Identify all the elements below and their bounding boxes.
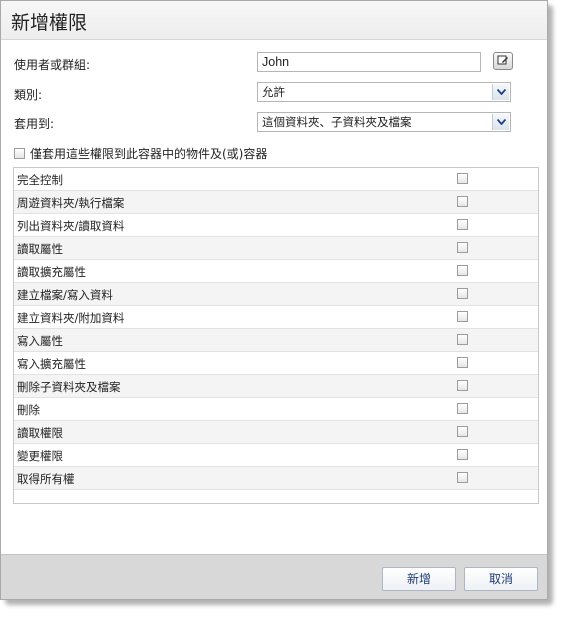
permission-checkbox[interactable] <box>457 265 468 276</box>
permission-label: 列出資料夾/讀取資料 <box>17 219 125 233</box>
permission-checkbox[interactable] <box>457 472 468 483</box>
permission-checkbox[interactable] <box>457 196 468 207</box>
dialog-footer: 新增 取消 <box>1 554 547 599</box>
permission-checkbox[interactable] <box>457 311 468 322</box>
permission-label: 變更權限 <box>17 449 63 463</box>
permission-row: 寫入屬性 <box>14 329 538 352</box>
permission-row: 寫入擴充屬性 <box>14 352 538 375</box>
permission-row: 讀取權限 <box>14 421 538 444</box>
type-label: 類別: <box>14 88 43 102</box>
only-apply-checkbox[interactable] <box>14 148 25 159</box>
title-bar: 新增權限 <box>1 1 547 40</box>
permission-label: 周遊資料夾/執行檔案 <box>17 196 125 210</box>
permission-row: 讀取擴充屬性 <box>14 260 538 283</box>
permission-checkbox[interactable] <box>457 288 468 299</box>
add-permission-dialog: 新增權限 使用者或群組: John 類別: 允許 套用到: 這個資料夾、子資料夾… <box>0 0 548 600</box>
permission-checkbox[interactable] <box>457 449 468 460</box>
permission-label: 讀取擴充屬性 <box>17 265 86 279</box>
permission-label: 建立檔案/寫入資料 <box>17 288 113 302</box>
permission-label: 取得所有權 <box>17 472 75 486</box>
permission-checkbox[interactable] <box>457 242 468 253</box>
edit-user-button[interactable] <box>493 52 513 70</box>
edit-icon <box>497 54 509 69</box>
permission-row: 刪除 <box>14 398 538 421</box>
permission-label: 完全控制 <box>17 173 63 187</box>
add-button[interactable]: 新增 <box>382 567 456 591</box>
permissions-list: 完全控制周遊資料夾/執行檔案 列出資料夾/讀取資料 讀取屬性讀取擴充屬性建立檔案/寫… <box>13 167 539 504</box>
permission-row: 建立檔案/寫入資料 <box>14 283 538 306</box>
permission-checkbox[interactable] <box>457 380 468 391</box>
permission-row: 刪除子資料夾及檔案 <box>14 375 538 398</box>
type-select[interactable]: 允許 <box>257 82 511 102</box>
only-apply-option[interactable]: 僅套用這些權限到此容器中的物件及(或)容器 <box>14 145 267 162</box>
permission-checkbox[interactable] <box>457 357 468 368</box>
permission-row: 取得所有權 <box>14 467 538 490</box>
permission-label: 刪除子資料夾及檔案 <box>17 380 121 394</box>
user-label: 使用者或群組: <box>14 58 91 72</box>
permission-row: 變更權限 <box>14 444 538 467</box>
cancel-button[interactable]: 取消 <box>464 567 538 591</box>
permission-checkbox[interactable] <box>457 334 468 345</box>
chevron-down-icon[interactable] <box>492 114 509 130</box>
permission-label: 寫入擴充屬性 <box>17 357 86 371</box>
permission-label: 讀取權限 <box>17 426 63 440</box>
permission-label: 寫入屬性 <box>17 334 63 348</box>
permission-label: 刪除 <box>17 403 40 417</box>
permission-row: 讀取屬性 <box>14 237 538 260</box>
permission-checkbox[interactable] <box>457 219 468 230</box>
type-select-value: 允許 <box>262 85 285 99</box>
permission-row: 周遊資料夾/執行檔案 <box>14 191 538 214</box>
permission-label: 建立資料夾/附加資料 <box>17 311 125 325</box>
permission-row: 列出資料夾/讀取資料 <box>14 214 538 237</box>
permission-label: 讀取屬性 <box>17 242 63 256</box>
apply-to-label: 套用到: <box>14 117 55 131</box>
permission-row: 完全控制 <box>14 168 538 191</box>
only-apply-label: 僅套用這些權限到此容器中的物件及(或)容器 <box>30 147 268 161</box>
apply-to-select-value: 這個資料夾、子資料夾及檔案 <box>262 115 412 129</box>
chevron-down-icon[interactable] <box>492 84 509 100</box>
apply-to-select[interactable]: 這個資料夾、子資料夾及檔案 <box>257 112 511 132</box>
permission-checkbox[interactable] <box>457 426 468 437</box>
dialog-title: 新增權限 <box>11 12 88 34</box>
user-input[interactable]: John <box>257 52 481 72</box>
permission-checkbox[interactable] <box>457 173 468 184</box>
permission-checkbox[interactable] <box>457 403 468 414</box>
permission-row: 建立資料夾/附加資料 <box>14 306 538 329</box>
